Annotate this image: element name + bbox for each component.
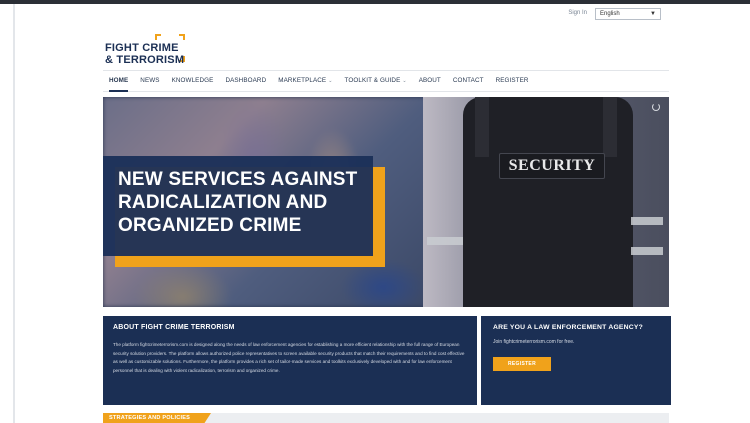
law-enforcement-section: ARE YOU A LAW ENFORCEMENT AGENCY? Join f… [481,316,671,405]
about-title: ABOUT FIGHT CRIME TERRORISM [113,324,235,331]
language-select[interactable]: English ▼ [595,8,661,20]
language-selected-value: English [600,11,620,17]
logo-text-line2: & TERRORISM [105,54,185,66]
nav-item-label: MARKETPLACE [278,77,327,84]
nav-item-home[interactable]: HOME [109,70,129,92]
nav-item-label: CONTACT [452,77,484,84]
security-patch: SECURITY [499,153,605,179]
logo-bracket-icon [179,34,185,40]
strategies-section-header: STRATEGIES AND POLICIES [103,413,669,423]
nav-item-contact[interactable]: CONTACT [453,70,484,92]
nav-item-label: NEWS [140,77,160,84]
page-left-border [13,4,15,423]
main-navigation: HOME NEWS KNOWLEDGE DASHBOARD MARKETPLAC… [103,70,669,92]
about-description: The platform fightcrimeterrorism.com is … [113,342,465,373]
vest-strap [475,97,489,157]
lea-title: ARE YOU A LAW ENFORCEMENT AGENCY? [493,324,643,331]
nav-item-label: HOME [109,77,129,84]
nav-item-label: KNOWLEDGE [171,77,214,84]
site-logo[interactable]: FIGHT CRIME & TERRORISM [105,32,195,66]
nav-item-knowledge[interactable]: KNOWLEDGE [172,70,214,92]
vest-strap [603,97,617,157]
about-section: ABOUT FIGHT CRIME TERRORISM The platform… [103,316,477,405]
nav-item-register[interactable]: REGISTER [496,70,529,92]
nav-item-news[interactable]: NEWS [140,70,159,92]
nav-item-label: REGISTER [495,77,529,84]
utility-bar: Sign In English ▼ [103,8,669,22]
nav-item-marketplace[interactable]: MARKETPLACE ⌄ [278,70,332,92]
page-container: Sign In English ▼ FIGHT CRIME & TERRORIS… [103,4,673,423]
nav-item-label: TOOLKIT & GUIDE [344,77,401,84]
lea-description: Join fightcrimeterrorism.com for free. [493,339,575,345]
hero-title: NEW SERVICES AGAINST RADICALIZATION AND … [118,169,358,236]
nav-item-label: DASHBOARD [225,77,267,84]
nav-item-toolkit-guide[interactable]: TOOLKIT & GUIDE ⌄ [345,70,407,92]
chevron-down-icon: ⌄ [328,78,333,84]
hero-card[interactable]: NEW SERVICES AGAINST RADICALIZATION AND … [103,156,373,256]
reflective-stripe [631,247,663,255]
strategies-tab[interactable]: STRATEGIES AND POLICIES [103,413,211,423]
nav-item-dashboard[interactable]: DASHBOARD [225,70,266,92]
logo-text-line1: FIGHT CRIME [105,42,179,54]
logo-bracket-icon [155,34,161,40]
loading-spinner-icon [652,103,660,111]
reflective-stripe [631,217,663,225]
reflective-stripe [427,237,463,245]
sign-in-link[interactable]: Sign In [568,10,587,16]
chevron-down-icon: ▼ [650,11,656,17]
chevron-down-icon: ⌄ [402,78,407,84]
hero-banner[interactable]: SECURITY NEW SERVICES AGAINST RADICALIZA… [103,97,669,307]
register-button[interactable]: REGISTER [493,357,551,371]
nav-item-about[interactable]: ABOUT [419,70,441,92]
nav-item-label: ABOUT [418,77,441,84]
